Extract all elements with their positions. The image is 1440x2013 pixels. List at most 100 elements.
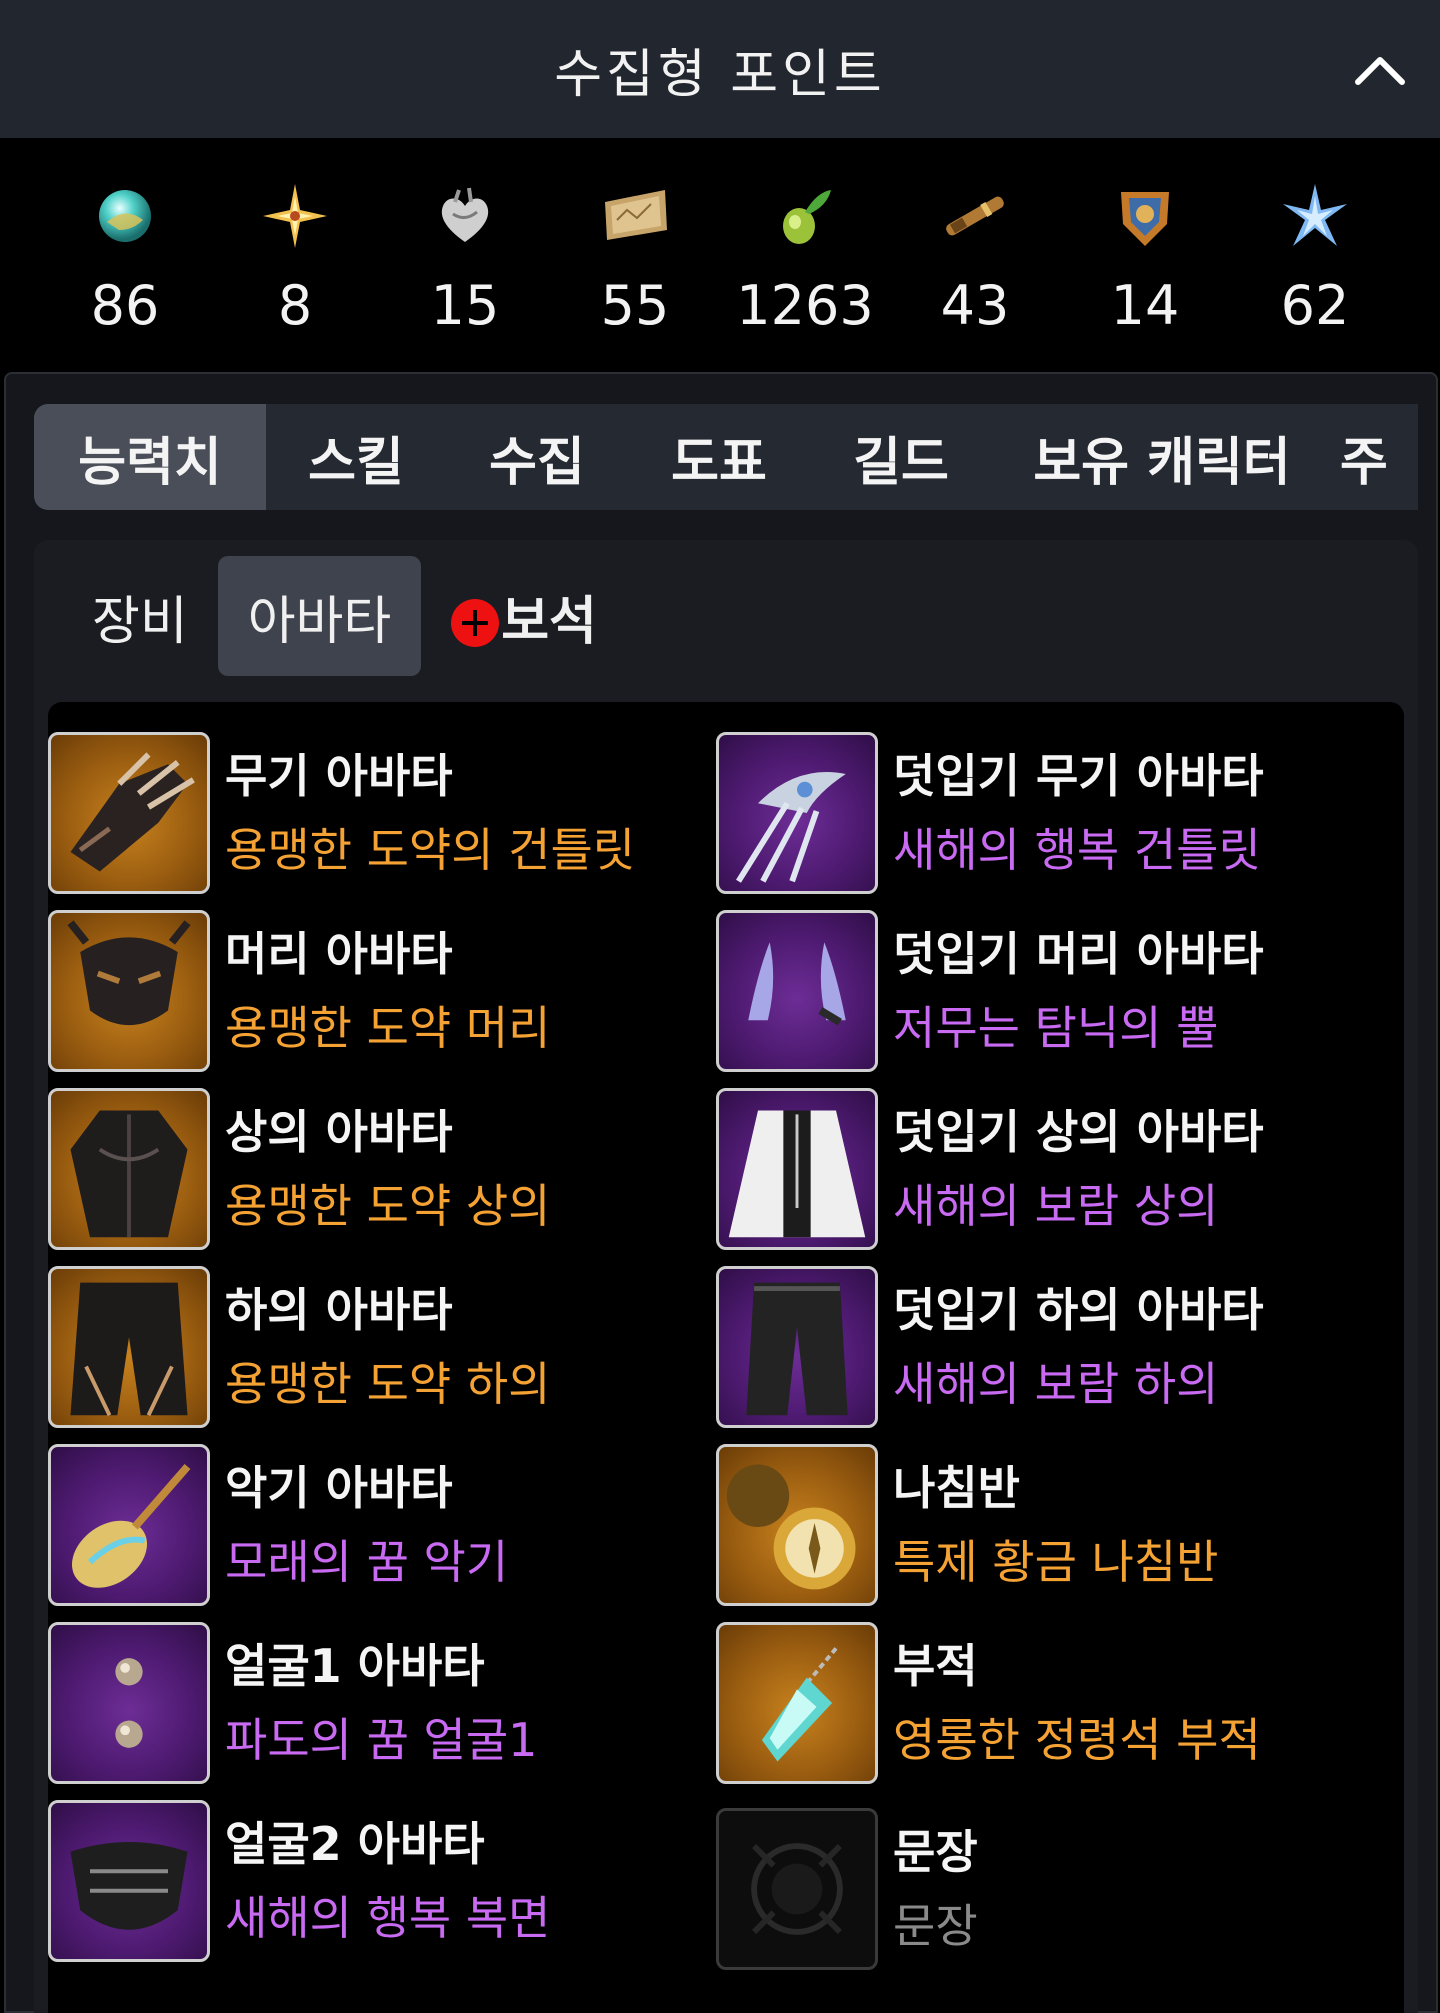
tab-skill[interactable]: 스킬 [266, 404, 446, 510]
point-world-tree-leaf[interactable]: 62 [1240, 138, 1390, 370]
item-name: 새해의 행복 건틀릿 [893, 823, 1261, 877]
item-name: 새해의 보람 하의 [893, 1357, 1219, 1411]
sub-tabs: 장비 아바타 보석 [62, 556, 627, 676]
avatar-item-compass[interactable]: 나침반 특제 황금 나침반 [716, 1444, 1376, 1606]
item-name: 새해의 행복 복면 [225, 1891, 551, 1945]
subtab-gem[interactable]: 보석 [421, 556, 627, 676]
item-name: 용맹한 도약의 건틀릿 [225, 823, 636, 877]
armor-pants-icon [48, 1266, 210, 1428]
tab-characters[interactable]: 보유 캐릭터 [992, 404, 1332, 510]
avatar-item-charm[interactable]: 부적 영롱한 정령석 부적 [716, 1622, 1376, 1784]
armor-top-icon [48, 1088, 210, 1250]
avatar-item-weapon[interactable]: 무기 아바타 용맹한 도약의 건틀릿 [48, 732, 708, 894]
emblem-icon [716, 1808, 878, 1970]
item-name: 영롱한 정령석 부적 [893, 1713, 1261, 1767]
point-ignea-token[interactable]: 14 [1070, 138, 1220, 370]
avatar-section: 장비 아바타 보석 무기 아바타 용맹한 도약의 건틀릿 덧입기 무기 아바타 [34, 540, 1418, 2013]
mokoko-seed-icon [783, 190, 831, 244]
ignea-token-icon [1121, 192, 1169, 246]
giant-heart-star-icon [263, 184, 327, 248]
item-slot-label: 부적 [893, 1639, 978, 1693]
item-slot-label: 덧입기 머리 아바타 [893, 927, 1264, 981]
item-name: 특제 황금 나침반 [893, 1535, 1219, 1589]
item-name: 파도의 꿈 얼굴1 [225, 1713, 538, 1767]
tab-chart[interactable]: 도표 [628, 404, 810, 510]
avatar-item-emblem[interactable]: 문장 문장 [716, 1808, 1376, 1970]
item-name: 저무는 탐닉의 뿔 [893, 1001, 1219, 1055]
item-slot-label: 문장 [893, 1825, 978, 1879]
island-orb-icon [99, 190, 151, 242]
lute-icon [48, 1444, 210, 1606]
avatar-item-face1[interactable]: 얼굴1 아바타 파도의 꿈 얼굴1 [48, 1622, 708, 1784]
tab-stats[interactable]: 능력치 [34, 404, 266, 510]
item-slot-label: 얼굴2 아바타 [225, 1817, 485, 1871]
point-value: 43 [940, 274, 1010, 337]
plus-icon [451, 599, 500, 647]
avatar-item-head[interactable]: 머리 아바타 용맹한 도약 머리 [48, 910, 708, 1072]
item-slot-label: 상의 아바타 [225, 1105, 453, 1159]
heart-icon [441, 187, 489, 242]
compass-icon [716, 1444, 878, 1606]
avatar-list: 무기 아바타 용맹한 도약의 건틀릿 덧입기 무기 아바타 새해의 행복 건틀릿… [48, 702, 1404, 2013]
horns-icon [716, 910, 878, 1072]
tab-guild[interactable]: 길드 [810, 404, 992, 510]
subtab-avatar[interactable]: 아바타 [217, 556, 422, 676]
black-pants-icon [716, 1266, 878, 1428]
item-slot-label: 덧입기 상의 아바타 [893, 1105, 1264, 1159]
point-value: 86 [90, 274, 160, 337]
gauntlet-icon [48, 732, 210, 894]
item-slot-label: 덧입기 무기 아바타 [893, 749, 1264, 803]
item-name: 문장 [893, 1899, 978, 1953]
claw-blade-icon [716, 732, 878, 894]
world-tree-leaf-icon [1283, 184, 1347, 246]
tab-collection[interactable]: 수집 [446, 404, 628, 510]
point-value: 1263 [736, 274, 874, 337]
white-coat-icon [716, 1088, 878, 1250]
avatar-item-overlay-weapon[interactable]: 덧입기 무기 아바타 새해의 행복 건틀릿 [716, 732, 1376, 894]
item-name: 용맹한 도약 상의 [225, 1179, 551, 1233]
page-title: 수집형 포인트 [554, 44, 886, 105]
item-slot-label: 머리 아바타 [225, 927, 453, 981]
point-value: 62 [1280, 274, 1350, 337]
point-island-orb[interactable]: 86 [50, 138, 200, 370]
item-slot-label: 악기 아바타 [225, 1461, 453, 1515]
item-slot-label: 얼굴1 아바타 [225, 1639, 485, 1693]
item-slot-label: 덧입기 하의 아바타 [893, 1283, 1264, 1337]
point-value: 8 [277, 274, 313, 337]
item-name: 용맹한 도약 하의 [225, 1357, 551, 1411]
avatar-item-overlay-top[interactable]: 덧입기 상의 아바타 새해의 보람 상의 [716, 1088, 1376, 1250]
avatar-item-overlay-bottom[interactable]: 덧입기 하의 아바타 새해의 보람 하의 [716, 1266, 1376, 1428]
main-tabs: 능력치 스킬 수집 도표 길드 보유 캐릭터 주 [34, 404, 1418, 510]
crystal-charm-icon [716, 1622, 878, 1784]
avatar-item-bottom[interactable]: 하의 아바타 용맹한 도약 하의 [48, 1266, 708, 1428]
point-giant-heart-star[interactable]: 8 [220, 138, 370, 370]
item-name: 모래의 꿈 악기 [225, 1535, 509, 1589]
point-value: 55 [600, 274, 670, 337]
collection-points: 86 8 15 55 1263 43 14 62 [0, 138, 1440, 370]
earrings-icon [48, 1622, 210, 1784]
tab-more[interactable]: 주 [1332, 404, 1418, 510]
item-slot-label: 나침반 [893, 1461, 1020, 1515]
chevron-up-icon[interactable] [1348, 40, 1412, 104]
avatar-item-overlay-head[interactable]: 덧입기 머리 아바타 저무는 탐닉의 뿔 [716, 910, 1376, 1072]
avatar-item-face2[interactable]: 얼굴2 아바타 새해의 행복 복면 [48, 1800, 708, 1962]
point-voyage-telescope[interactable]: 43 [900, 138, 1050, 370]
point-mokoko-seed[interactable]: 1263 [730, 138, 880, 370]
avatar-item-top[interactable]: 상의 아바타 용맹한 도약 상의 [48, 1088, 708, 1250]
item-name: 새해의 보람 상의 [893, 1179, 1219, 1233]
voyage-telescope-icon [946, 196, 1004, 236]
face-mask-icon [48, 1800, 210, 1962]
item-slot-label: 무기 아바타 [225, 749, 453, 803]
profile-panel: 능력치 스킬 수집 도표 길드 보유 캐릭터 주 장비 아바타 보석 무기 아바… [4, 372, 1438, 2013]
subtab-equipment[interactable]: 장비 [62, 556, 218, 676]
point-art-map[interactable]: 55 [560, 138, 710, 370]
point-heart[interactable]: 15 [390, 138, 540, 370]
header-bar: 수집형 포인트 [0, 0, 1440, 138]
subtab-gem-label: 보석 [501, 591, 597, 652]
item-name: 용맹한 도약 머리 [225, 1001, 551, 1055]
art-map-icon [605, 190, 667, 240]
item-slot-label: 하의 아바타 [225, 1283, 453, 1337]
point-value: 15 [430, 274, 500, 337]
avatar-item-instrument[interactable]: 악기 아바타 모래의 꿈 악기 [48, 1444, 708, 1606]
point-value: 14 [1110, 274, 1180, 337]
